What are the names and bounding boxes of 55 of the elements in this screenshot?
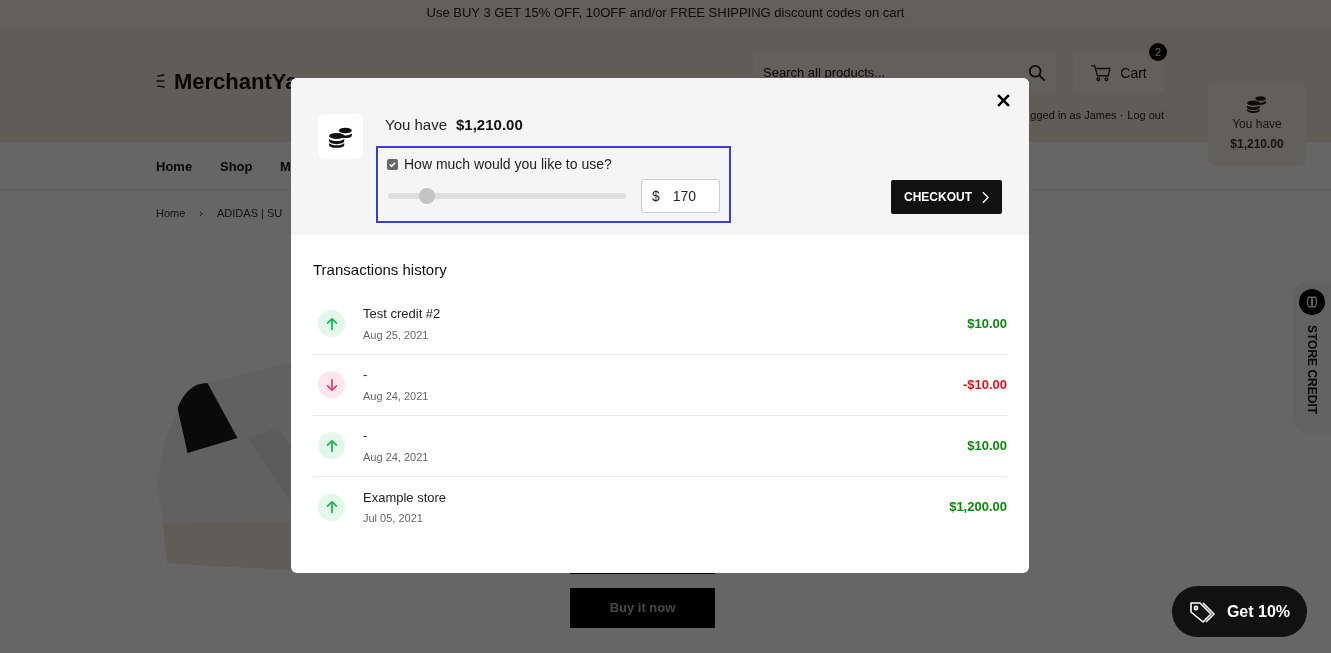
currency-symbol: $ (652, 186, 660, 206)
amount-field[interactable]: $ 170 (641, 179, 720, 213)
transaction-amount: $10.00 (967, 314, 1007, 333)
checkout-button[interactable]: CHECKOUT (891, 180, 1002, 214)
coins-badge-icon (1298, 289, 1325, 315)
transaction-title: Example store (363, 488, 448, 507)
cart-icon (1090, 64, 1113, 82)
transaction-date: Aug 25, 2021 (363, 327, 430, 343)
nav-link[interactable]: M (280, 158, 291, 174)
chevron-right-icon (982, 190, 989, 204)
slider-track[interactable] (388, 188, 626, 204)
coins-icon (1246, 95, 1268, 113)
transaction-date: Aug 24, 2021 (363, 388, 430, 404)
tags-icon (1188, 600, 1217, 623)
transaction-date: Jul 05, 2021 (363, 511, 424, 526)
cart-count-badge: 2 (1149, 43, 1167, 61)
nav-link[interactable]: Shop (220, 158, 253, 174)
transaction-amount: -$10.00 (962, 375, 1007, 394)
transaction-title: - (363, 366, 369, 384)
use-checkbox[interactable] (387, 159, 398, 170)
store-credit-label: STORE CREDIT (1303, 325, 1320, 415)
breadcrumb-separator: › (199, 205, 203, 221)
credit-amount: $1,210.00 (1230, 136, 1284, 153)
transaction-amount: $1,200.00 (949, 498, 1007, 517)
buy-now-button[interactable]: Buy it now (570, 588, 715, 628)
transaction-date: Aug 24, 2021 (363, 449, 430, 465)
logout-link[interactable]: Log out (1127, 107, 1164, 124)
announcement-text: Use BUY 3 GET 15% OFF, 10OFF and/or FREE SHIPPING discount codes on cart (426, 4, 905, 23)
transaction-title: Test credit #2 (363, 305, 442, 323)
search-input[interactable]: Search all products... (763, 63, 1003, 83)
credit-label: You have (1232, 116, 1282, 133)
balance-label: You have (385, 115, 447, 135)
arrow-down-icon (318, 371, 345, 398)
amount-input[interactable]: 170 (672, 185, 709, 207)
history-title: Transactions history (313, 260, 448, 280)
close-icon (996, 93, 1010, 107)
search-icon[interactable] (1028, 64, 1046, 82)
logo: MerchantYa (174, 67, 298, 96)
transaction-title: - (363, 427, 369, 445)
credit-widget[interactable]: You have $1,210.00 (1208, 82, 1306, 166)
breadcrumb-link[interactable]: ADIDAS | SU (217, 204, 283, 222)
slider-thumb[interactable] (419, 188, 436, 204)
arrow-up-icon (318, 310, 345, 337)
store-credit-tab[interactable]: STORE CREDIT (1293, 281, 1331, 433)
logo-icon (156, 74, 166, 88)
balance-amount: $1,210.00 (456, 115, 523, 135)
transaction-amount: $10.00 (967, 436, 1007, 455)
arrow-up-icon (318, 432, 345, 459)
use-label: How much would you like to use? (404, 155, 612, 174)
breadcrumb-link[interactable]: Home (156, 204, 186, 222)
coins-icon (327, 125, 354, 148)
nav-link[interactable]: Home (156, 158, 193, 174)
account-text: gged in as James · (1030, 108, 1124, 123)
arrow-up-icon (318, 493, 345, 521)
promo-button[interactable]: Get 10% (1172, 586, 1307, 637)
